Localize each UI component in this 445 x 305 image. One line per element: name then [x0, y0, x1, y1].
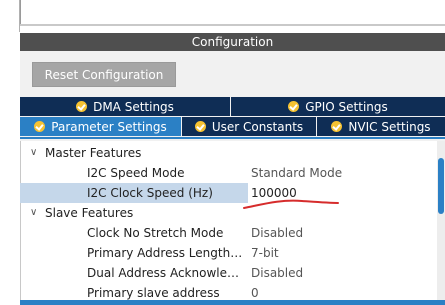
configuration-header: Configuration: [20, 33, 445, 51]
red-underline-annotation: [243, 199, 339, 209]
check-circle-icon: [288, 101, 300, 112]
check-circle-icon: [76, 101, 88, 112]
param-row-i2c-clock-speed[interactable]: I2C Clock Speed (Hz) 100000: [20, 183, 437, 203]
param-value[interactable]: Disabled: [251, 223, 303, 243]
tab-label: DMA Settings: [93, 99, 174, 114]
group-slave-features[interactable]: ∨ Slave Features: [20, 203, 437, 223]
param-name: I2C Clock Speed (Hz): [87, 186, 213, 200]
param-row-primary-address-length[interactable]: Primary Address Length ... 7-bit: [20, 243, 437, 263]
group-label: Slave Features: [45, 206, 134, 220]
top-pane: [20, 0, 445, 24]
group-label: Master Features: [45, 146, 142, 160]
tab-nvic-settings[interactable]: NVIC Settings: [316, 117, 445, 136]
left-panel: [0, 0, 20, 305]
tab-label: GPIO Settings: [305, 99, 388, 114]
param-row-i2c-speed-mode[interactable]: I2C Speed Mode Standard Mode: [20, 163, 437, 183]
tab-gpio-settings[interactable]: GPIO Settings: [230, 97, 445, 116]
param-row-dual-address[interactable]: Dual Address Acknowled... Disabled: [20, 263, 437, 283]
param-value[interactable]: Standard Mode: [251, 163, 342, 183]
chevron-down-icon[interactable]: ∨: [30, 203, 37, 223]
param-value[interactable]: 7-bit: [251, 243, 279, 263]
bottom-scrollbar[interactable]: [20, 300, 445, 305]
tab-label: Parameter Settings: [51, 119, 167, 134]
param-name: I2C Speed Mode: [87, 166, 185, 180]
check-circle-icon: [34, 121, 46, 132]
param-name: Dual Address Acknowled...: [87, 266, 245, 280]
tab-parameter-settings[interactable]: Parameter Settings: [20, 117, 181, 136]
reset-configuration-button[interactable]: Reset Configuration: [32, 62, 176, 87]
tab-dma-settings[interactable]: DMA Settings: [20, 97, 230, 116]
chevron-down-icon[interactable]: ∨: [30, 143, 37, 163]
param-name: Clock No Stretch Mode: [87, 226, 224, 240]
check-circle-icon: [331, 121, 343, 132]
param-row-clock-no-stretch[interactable]: Clock No Stretch Mode Disabled: [20, 223, 437, 243]
tab-user-constants[interactable]: User Constants: [181, 117, 316, 136]
tab-label: User Constants: [211, 119, 304, 134]
check-circle-icon: [194, 121, 206, 132]
tab-underline: [20, 137, 445, 139]
param-name: Primary Address Length ...: [87, 246, 245, 260]
pane-separator[interactable]: [20, 24, 445, 26]
param-value[interactable]: Disabled: [251, 263, 303, 283]
group-master-features[interactable]: ∨ Master Features: [20, 143, 437, 163]
tab-label: NVIC Settings: [348, 119, 431, 134]
scrollbar-thumb[interactable]: [438, 158, 444, 214]
